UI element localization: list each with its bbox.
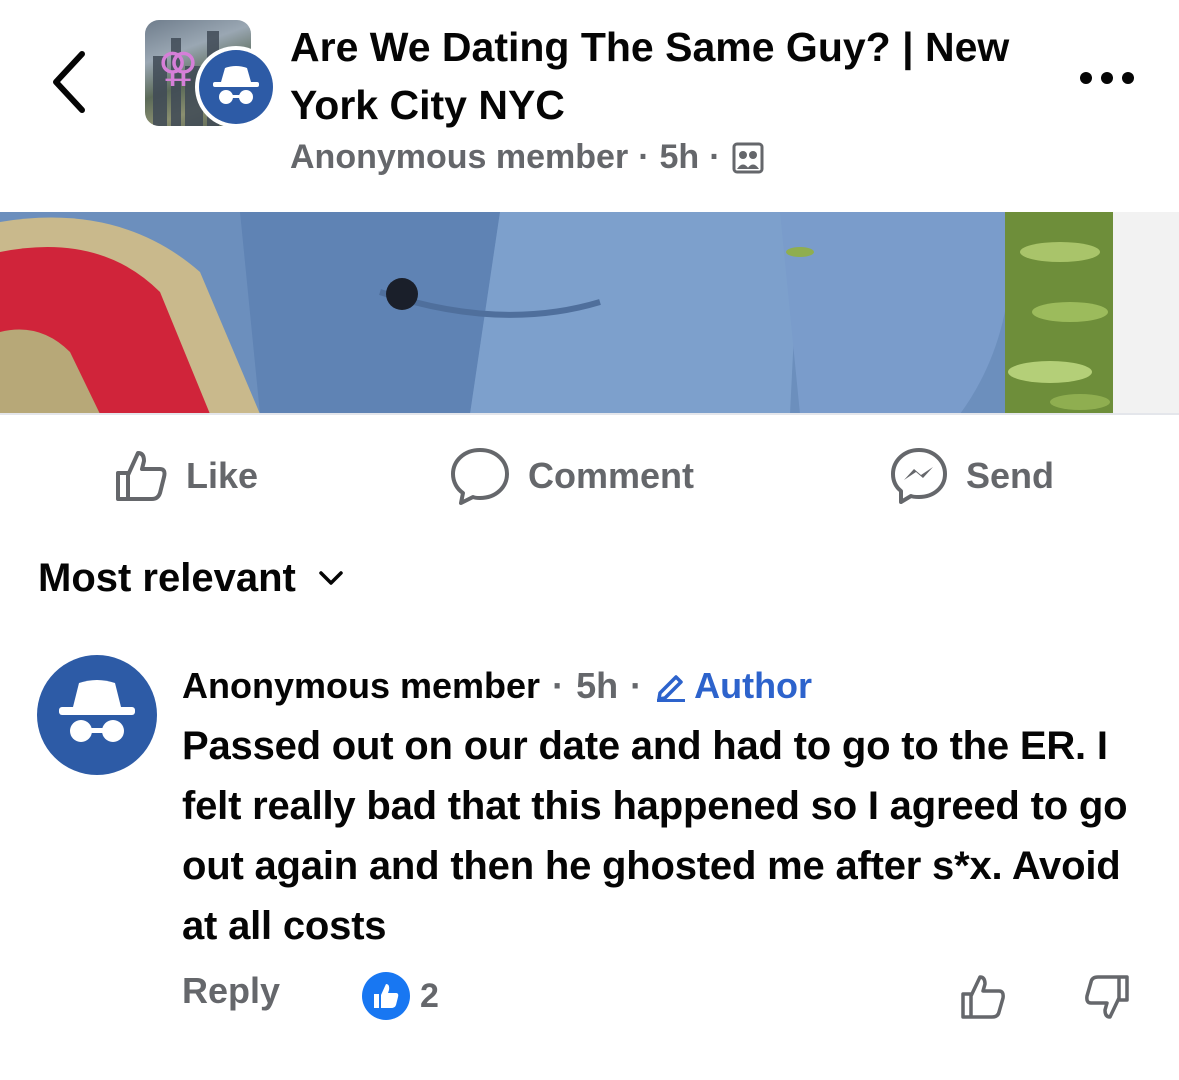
anonymous-avatar-badge (195, 46, 277, 128)
more-options-button[interactable] (1072, 58, 1142, 98)
group-members-icon (732, 142, 764, 173)
comment-label: Comment (528, 455, 695, 496)
incognito-icon (59, 680, 135, 742)
pencil-icon (657, 675, 686, 702)
meta-separator: · (552, 665, 565, 706)
thumbs-up-icon (961, 975, 1005, 1019)
comment-header: Anonymous member · 5h · Author (182, 660, 812, 712)
divider (0, 413, 1179, 415)
thumbs-up-icon (116, 451, 167, 501)
sort-label: Most relevant (38, 555, 296, 600)
comment-author[interactable]: Anonymous member (182, 665, 540, 707)
meta-separator: · (709, 138, 721, 176)
comment-sort-dropdown[interactable]: Most relevant (38, 548, 344, 608)
photo-edge (1113, 212, 1179, 414)
messenger-icon (891, 448, 947, 504)
send-button[interactable]: Send (888, 440, 1054, 512)
comment-time: 5h (576, 665, 619, 706)
post-author: Anonymous member (290, 138, 629, 176)
comment-avatar[interactable] (37, 655, 157, 775)
like-label: Like (186, 455, 259, 496)
comment-bubble-icon (451, 448, 509, 505)
reaction-count: 2 (420, 976, 439, 1015)
send-label: Send (966, 455, 1055, 496)
photo-content (0, 212, 1113, 414)
incognito-icon (213, 66, 259, 104)
author-badge-label: Author (694, 665, 813, 706)
meta-separator: · (638, 138, 650, 176)
thumbs-down-icon (1085, 975, 1129, 1019)
author-badge: Author (654, 665, 812, 707)
gender-symbols-icon: ⚢ (158, 46, 199, 90)
comment-button[interactable]: Comment (448, 440, 694, 512)
meta-separator: · (630, 665, 643, 706)
like-button[interactable]: Like (112, 440, 258, 512)
downvote-button[interactable] (1082, 972, 1132, 1022)
back-button[interactable] (40, 40, 100, 120)
comment-text: Passed out on our date and had to go to … (182, 724, 1128, 948)
chevron-down-icon (319, 571, 343, 585)
chevron-left-icon (53, 51, 85, 113)
upvote-button[interactable] (958, 972, 1008, 1022)
post-meta: Anonymous member · 5h · (290, 138, 765, 177)
reply-button[interactable]: Reply (182, 970, 280, 1012)
more-horizontal-icon (1080, 72, 1134, 84)
group-title[interactable]: Are We Dating The Same Guy? | New York C… (290, 18, 1050, 134)
like-reaction-icon (362, 972, 410, 1020)
post-time: 5h (659, 138, 700, 176)
reaction-summary[interactable]: 2 (362, 972, 439, 1020)
post-photo[interactable] (0, 212, 1113, 414)
